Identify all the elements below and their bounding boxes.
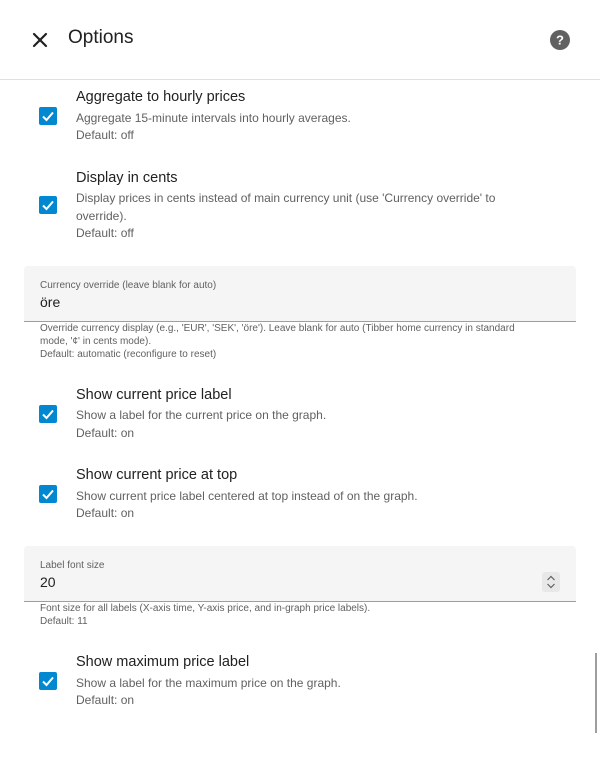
dialog-title: Options <box>68 27 134 48</box>
option-default: Default: on <box>76 693 135 707</box>
option-default: Default: off <box>76 226 134 240</box>
aggregate-hourly-checkbox[interactable] <box>39 107 57 125</box>
number-stepper[interactable] <box>542 572 560 592</box>
check-icon <box>42 200 54 211</box>
option-description: Show current price label centered at top… <box>76 489 418 503</box>
dialog-header: Options ? <box>0 0 600 80</box>
field-helper-text: Override currency display (e.g., 'EUR', … <box>40 323 515 347</box>
label-font-size-input[interactable]: 20 <box>40 574 56 590</box>
display-cents-checkbox[interactable] <box>39 196 57 214</box>
field-default-text: Default: automatic (reconfigure to reset… <box>40 349 217 360</box>
option-title: Show current price at top <box>76 467 238 483</box>
option-default: Default: on <box>76 506 135 520</box>
currency-override-field[interactable]: Currency override (leave blank for auto)… <box>24 266 576 322</box>
scrollbar[interactable] <box>595 653 597 733</box>
option-title: Aggregate to hourly prices <box>76 89 246 105</box>
option-default: Default: on <box>76 426 135 440</box>
option-default: Default: off <box>76 128 134 142</box>
help-icon: ? <box>550 30 570 50</box>
close-icon <box>32 32 48 48</box>
option-description: Aggregate 15-minute intervals into hourl… <box>76 111 351 125</box>
check-icon <box>42 111 54 122</box>
svg-text:?: ? <box>556 33 564 48</box>
current-price-label-checkbox[interactable] <box>39 405 57 423</box>
option-description: Show a label for the maximum price on th… <box>76 676 341 690</box>
check-icon <box>42 676 54 687</box>
option-description: Display prices in cents instead of main … <box>76 191 496 223</box>
option-title: Show current price label <box>76 387 232 403</box>
help-button[interactable]: ? <box>544 24 576 56</box>
option-title: Show maximum price label <box>76 654 250 670</box>
option-description: Show a label for the current price on th… <box>76 408 327 422</box>
stepper-arrows-icon <box>547 575 555 589</box>
close-button[interactable] <box>24 24 56 56</box>
field-label: Label font size <box>40 560 105 571</box>
check-icon <box>42 409 54 420</box>
check-icon <box>42 489 54 500</box>
option-title: Display in cents <box>76 170 178 186</box>
field-label: Currency override (leave blank for auto) <box>40 280 217 291</box>
label-font-size-field[interactable]: Label font size 20 <box>24 546 576 602</box>
currency-override-input[interactable]: öre <box>40 294 60 310</box>
maximum-price-label-checkbox[interactable] <box>39 672 57 690</box>
current-price-top-checkbox[interactable] <box>39 485 57 503</box>
field-default-text: Default: 11 <box>40 616 88 627</box>
field-helper-text: Font size for all labels (X-axis time, Y… <box>40 603 371 614</box>
